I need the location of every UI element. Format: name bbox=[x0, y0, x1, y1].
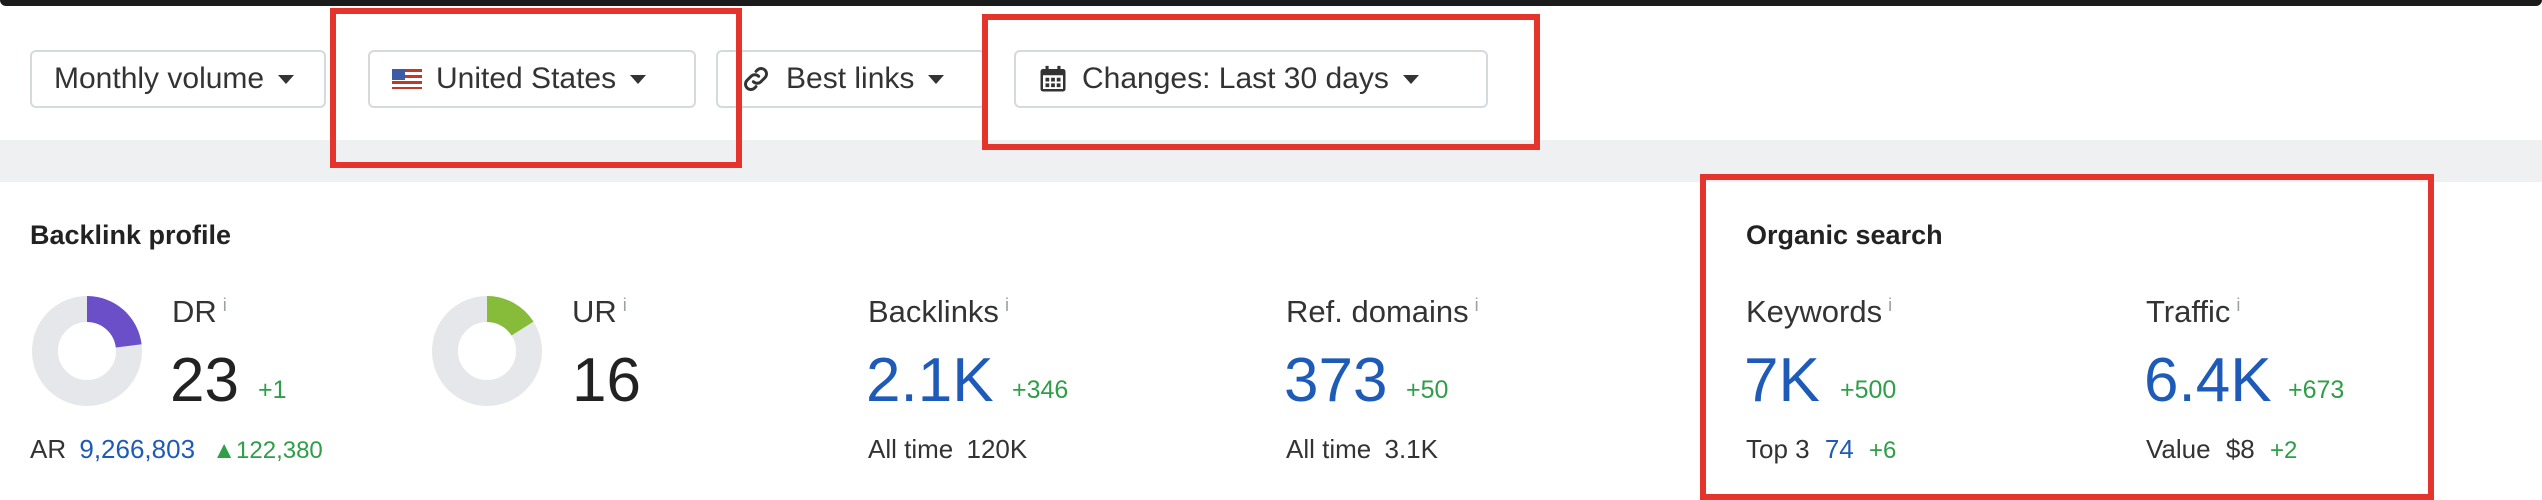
highlight-box-changes bbox=[982, 14, 1540, 150]
ar-row: AR 9,266,803 ▲122,380 bbox=[30, 434, 323, 465]
monthly-volume-dropdown[interactable]: Monthly volume bbox=[30, 50, 326, 108]
backlinks-delta: +346 bbox=[1012, 376, 1069, 404]
dr-donut-chart bbox=[32, 296, 142, 406]
ar-value[interactable]: 9,266,803 bbox=[79, 434, 195, 464]
keywords-top3-label: Top 3 bbox=[1746, 434, 1810, 464]
ref-domains-all-time-row: All time 3.1K bbox=[1286, 434, 1438, 465]
keywords-top3-row: Top 3 74 +6 bbox=[1746, 434, 1896, 465]
info-icon[interactable]: i bbox=[223, 295, 227, 315]
traffic-label-group: Traffic i bbox=[2146, 294, 2240, 330]
keywords-label-group: Keywords i bbox=[1746, 294, 1892, 330]
dr-value: 23 bbox=[170, 346, 239, 415]
info-icon[interactable]: i bbox=[2236, 295, 2240, 315]
caret-down-icon bbox=[278, 74, 295, 84]
ur-donut-chart bbox=[432, 296, 542, 406]
highlight-box-country bbox=[330, 8, 742, 168]
keywords-value[interactable]: 7K bbox=[1744, 350, 1820, 412]
backlinks-all-time-value: 120K bbox=[966, 434, 1028, 464]
traffic-delta: +673 bbox=[2288, 376, 2345, 404]
info-icon[interactable]: i bbox=[623, 295, 627, 315]
ref-domains-all-time-label: All time bbox=[1286, 434, 1372, 464]
ref-domains-label: Ref. domains bbox=[1286, 294, 1469, 329]
monthly-volume-label: Monthly volume bbox=[54, 62, 265, 95]
traffic-value-amount: $8 bbox=[2225, 434, 2255, 464]
info-icon[interactable]: i bbox=[1475, 295, 1479, 315]
traffic-label: Traffic bbox=[2146, 294, 2231, 329]
traffic-value-label: Value bbox=[2146, 434, 2211, 464]
organic-search-title: Organic search bbox=[1746, 220, 1943, 250]
ref-domains-delta: +50 bbox=[1406, 376, 1449, 404]
ur-label-group: UR i bbox=[572, 294, 627, 330]
backlinks-label: Backlinks bbox=[868, 294, 999, 329]
link-icon bbox=[740, 63, 772, 95]
backlinks-label-group: Backlinks i bbox=[868, 294, 1009, 330]
ref-domains-label-group: Ref. domains i bbox=[1286, 294, 1479, 330]
info-icon[interactable]: i bbox=[1888, 295, 1892, 315]
info-icon[interactable]: i bbox=[1005, 295, 1009, 315]
traffic-value[interactable]: 6.4K bbox=[2144, 350, 2272, 412]
ar-label: AR bbox=[30, 434, 67, 464]
backlinks-value[interactable]: 2.1K bbox=[866, 350, 994, 412]
ref-domains-value[interactable]: 373 bbox=[1284, 350, 1387, 412]
caret-down-icon bbox=[928, 74, 945, 84]
dr-label: DR bbox=[172, 294, 217, 329]
keywords-label: Keywords bbox=[1746, 294, 1883, 329]
ur-label: UR bbox=[572, 294, 617, 329]
dr-label-group: DR i bbox=[172, 294, 227, 330]
best-links-dropdown[interactable]: Best links bbox=[716, 50, 986, 108]
traffic-value-row: Value $8 +2 bbox=[2146, 434, 2297, 465]
backlinks-all-time-label: All time bbox=[868, 434, 954, 464]
dr-delta: +1 bbox=[258, 376, 287, 404]
ar-delta: ▲122,380 bbox=[212, 437, 323, 464]
backlinks-all-time-row: All time 120K bbox=[868, 434, 1027, 465]
keywords-top3-value[interactable]: 74 bbox=[1825, 434, 1854, 464]
backlink-profile-title: Backlink profile bbox=[30, 220, 232, 250]
ur-value: 16 bbox=[572, 346, 641, 415]
best-links-label: Best links bbox=[786, 62, 915, 95]
ref-domains-all-time-value: 3.1K bbox=[1384, 434, 1438, 464]
keywords-delta: +500 bbox=[1840, 376, 1897, 404]
keywords-top3-delta: +6 bbox=[1869, 437, 1897, 464]
traffic-value-delta: +2 bbox=[2269, 437, 2298, 464]
